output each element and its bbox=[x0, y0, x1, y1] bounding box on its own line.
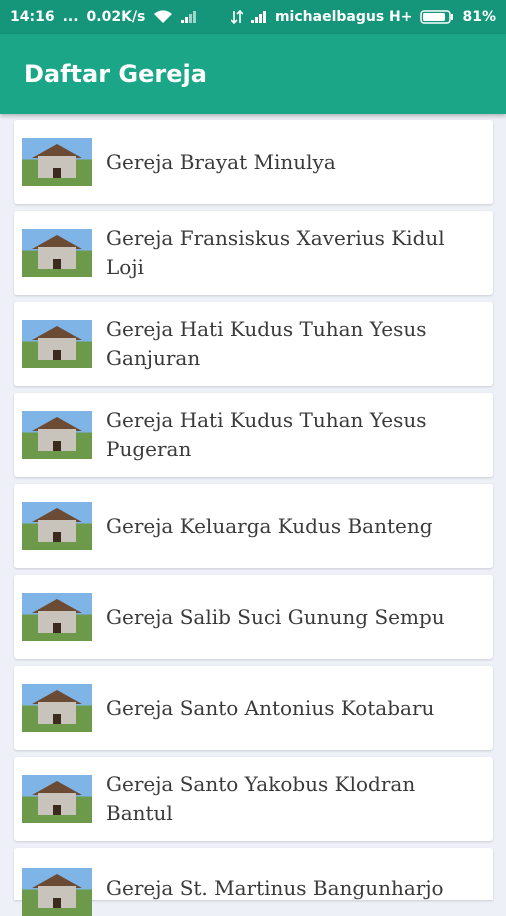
church-list-item[interactable]: Gereja Salib Suci Gunung Sempu bbox=[14, 575, 493, 659]
church-thumbnail bbox=[22, 502, 92, 550]
carrier-name: michaelbagus H+ bbox=[274, 9, 413, 25]
church-name: Gereja Hati Kudus Tuhan Yesus Ganjuran bbox=[106, 317, 427, 370]
church-thumbnail bbox=[22, 411, 92, 459]
church-list-item[interactable]: Gereja Fransiskus Xaverius Kidul Loji bbox=[14, 211, 493, 295]
church-list-item[interactable]: Gereja Santo Yakobus Klodran Bantul bbox=[14, 757, 493, 841]
church-thumbnail bbox=[22, 229, 92, 277]
church-list-item[interactable]: Gereja Hati Kudus Tuhan Yesus Pugeran bbox=[14, 393, 493, 477]
signal-icon bbox=[181, 11, 197, 23]
church-list-item[interactable]: Gereja Keluarga Kudus Banteng bbox=[14, 484, 493, 568]
church-list-item[interactable]: Gereja Hati Kudus Tuhan Yesus Ganjuran bbox=[14, 302, 493, 386]
church-name: Gereja Salib Suci Gunung Sempu bbox=[106, 604, 445, 629]
church-list-item[interactable]: Gereja Brayat Minulya bbox=[14, 120, 493, 204]
status-dots: ... bbox=[62, 9, 79, 25]
church-name: Gereja St. Martinus Bangunharjo bbox=[106, 876, 444, 900]
church-name: Gereja Santo Antonius Kotabaru bbox=[106, 695, 435, 720]
church-list-item[interactable]: Gereja Santo Antonius Kotabaru bbox=[14, 666, 493, 750]
page-title: Daftar Gereja bbox=[24, 60, 207, 88]
battery-icon bbox=[420, 10, 454, 24]
app-bar: Daftar Gereja bbox=[0, 34, 506, 114]
church-thumbnail bbox=[22, 775, 92, 823]
church-thumbnail bbox=[22, 868, 92, 916]
church-name: Gereja Keluarga Kudus Banteng bbox=[106, 513, 433, 538]
status-bar: 14:16 ... 0.02K/s michaelbagus H+ 81% bbox=[0, 0, 506, 34]
church-thumbnail bbox=[22, 320, 92, 368]
church-name: Gereja Santo Yakobus Klodran Bantul bbox=[106, 772, 416, 825]
signal-icon bbox=[250, 11, 267, 23]
battery-percent: 81% bbox=[462, 9, 496, 25]
church-list-item[interactable]: Gereja St. Martinus Bangunharjo bbox=[14, 848, 493, 916]
wifi-icon bbox=[153, 10, 173, 24]
church-thumbnail bbox=[22, 138, 92, 186]
network-speed: 0.02K/s bbox=[86, 9, 146, 25]
data-arrows-icon bbox=[230, 10, 243, 24]
church-thumbnail bbox=[22, 684, 92, 732]
church-name: Gereja Hati Kudus Tuhan Yesus Pugeran bbox=[106, 408, 427, 461]
status-time: 14:16 bbox=[10, 9, 55, 25]
church-name: Gereja Fransiskus Xaverius Kidul Loji bbox=[106, 226, 445, 279]
church-name: Gereja Brayat Minulya bbox=[106, 149, 336, 174]
church-thumbnail bbox=[22, 593, 92, 641]
